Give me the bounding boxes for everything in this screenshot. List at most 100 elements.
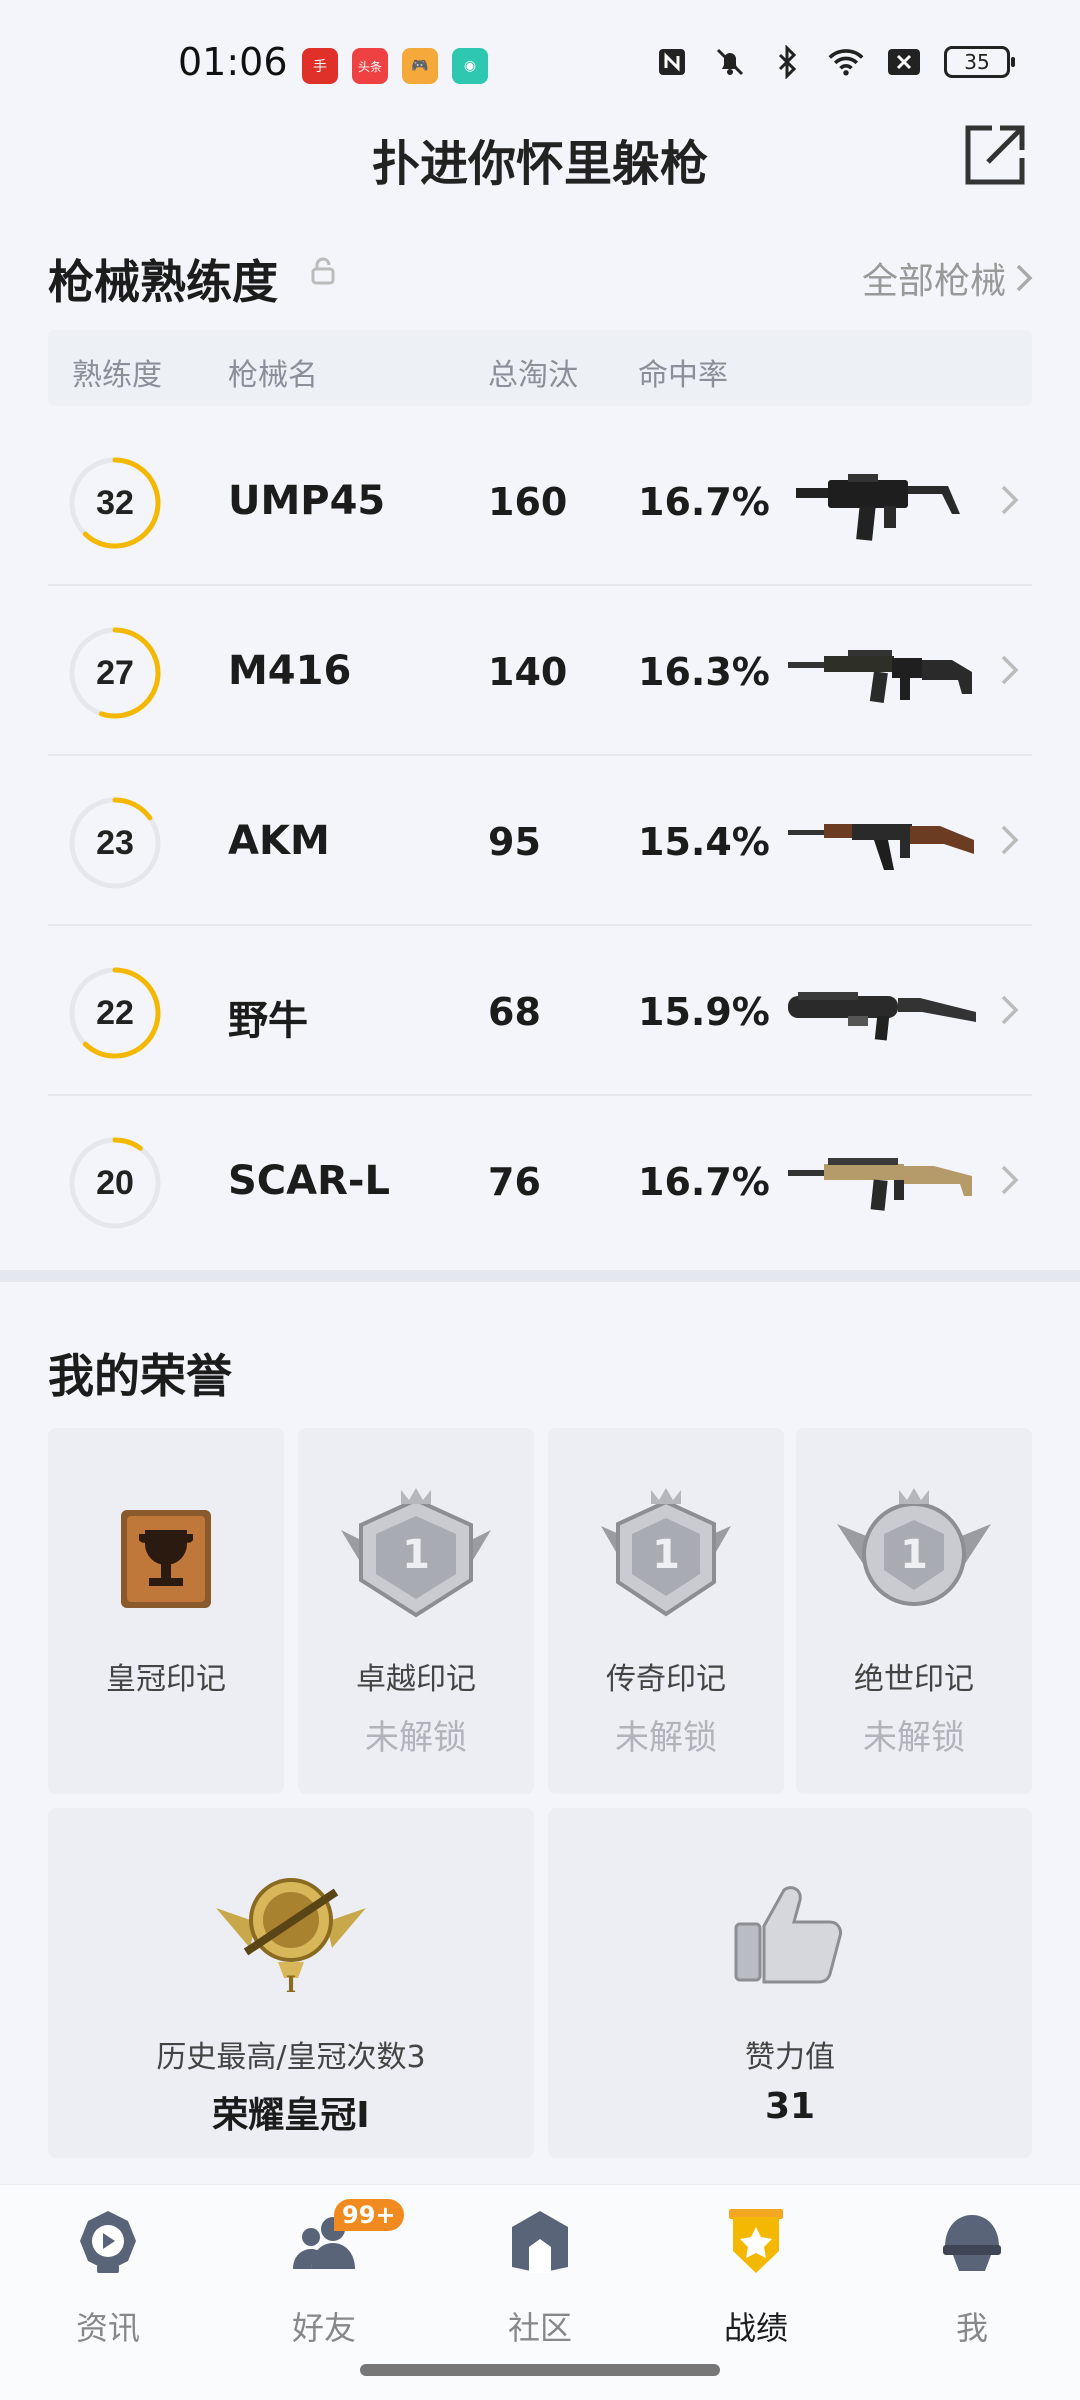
bluetooth-icon: [770, 44, 806, 80]
tab-label: 好友: [291, 2309, 356, 2347]
svg-text:I: I: [286, 1972, 296, 1998]
community-house-icon: [512, 2211, 568, 2273]
weapon-row[interactable]: 20 SCAR-L 76 16.7%: [48, 1096, 1032, 1266]
rank-value: 荣耀皇冠I: [212, 2095, 370, 2136]
weapon-table-header: 熟练度 枪械名 总淘汰 命中率: [48, 330, 1032, 406]
svg-text:1: 1: [402, 1532, 430, 1578]
tab-label: 我: [955, 2309, 988, 2347]
proficiency-level: 32: [96, 483, 134, 522]
weapon-kills: 160: [488, 480, 568, 524]
tab-stats[interactable]: 战绩: [686, 2207, 826, 2357]
weapon-kills: 95: [488, 820, 541, 864]
honor-badge-card[interactable]: 皇冠印记: [48, 1428, 284, 1794]
weapon-hit-rate: 15.9%: [638, 990, 770, 1034]
weapon-hit-rate: 15.4%: [638, 820, 770, 864]
column-header-name: 枪械名: [228, 358, 318, 393]
tab-label: 战绩: [723, 2309, 788, 2347]
svg-text:1: 1: [900, 1532, 928, 1578]
likes-value: 31: [764, 2086, 816, 2127]
badge-status: 未解锁: [365, 1718, 467, 1758]
smg-icon: [796, 474, 960, 541]
share-icon: [965, 125, 1025, 185]
weapon-hit-rate: 16.3%: [638, 650, 770, 694]
all-weapons-link[interactable]: 全部枪械: [862, 252, 1034, 304]
nfc-icon: [654, 44, 690, 80]
battery-indicator: 35: [944, 46, 1015, 78]
sim-x-icon: [886, 44, 922, 80]
column-header-level: 熟练度: [72, 358, 162, 393]
weapon-row[interactable]: 27 M416 140 16.3%: [48, 586, 1032, 756]
weapon-section-title: 枪械熟练度: [48, 255, 278, 309]
weapon-name: 野牛: [228, 998, 308, 1044]
bizon-smg-icon: [788, 992, 976, 1041]
weapon-kills: 68: [488, 990, 541, 1034]
weapon-name: M416: [228, 648, 352, 694]
status-app-icons: 手 头条 🎮 ◉: [302, 48, 488, 84]
wifi-icon: [828, 44, 864, 80]
game-notification-icon: 🎮: [402, 48, 438, 84]
chevron-right-icon: [1016, 264, 1033, 292]
chat-notification-icon: ◉: [452, 48, 488, 84]
honor-badge-card[interactable]: 1 绝世印记 未解锁: [796, 1428, 1032, 1794]
thumbs-up-icon: [734, 1886, 842, 1984]
rank-history-label: 历史最高/皇冠次数3: [156, 2040, 426, 2075]
silver-emblem-icon: 1: [837, 1488, 991, 1606]
honor-badge-card[interactable]: 1 卓越印记 未解锁: [298, 1428, 534, 1794]
weapon-row[interactable]: 22 野牛 68 15.9%: [48, 926, 1032, 1096]
scar-rifle-icon: [788, 1158, 972, 1211]
toutiao-notification-icon: 头条: [352, 48, 388, 84]
stats-shield-icon: [729, 2209, 783, 2273]
tab-community[interactable]: 社区: [470, 2207, 610, 2357]
chevron-right-icon: [1001, 485, 1019, 515]
chevron-right-icon: [1001, 1165, 1019, 1195]
weapon-hit-rate: 16.7%: [638, 480, 770, 524]
proficiency-level: 27: [96, 653, 134, 692]
home-indicator[interactable]: [360, 2364, 720, 2376]
likes-label: 赞力值: [745, 2040, 835, 2075]
lock-icon[interactable]: [308, 256, 338, 286]
badge-label: 绝世印记: [854, 1662, 974, 1697]
chevron-right-icon: [1001, 825, 1019, 855]
tab-label: 资讯: [75, 2309, 140, 2347]
tab-me[interactable]: 我: [902, 2207, 1042, 2357]
all-weapons-label: 全部枪械: [861, 261, 1006, 302]
friends-badge: 99+: [334, 2199, 404, 2231]
assault-rifle-icon: [788, 650, 972, 703]
proficiency-level: 20: [96, 1163, 134, 1202]
badge-label: 皇冠印记: [106, 1662, 226, 1697]
status-bar: 01:06 手 头条 🎮 ◉ 35: [0, 0, 1080, 130]
weapon-hit-rate: 16.7%: [638, 1160, 770, 1204]
app-notification-icon: 手: [302, 48, 338, 84]
weapon-row[interactable]: 32 UMP45 160 16.7%: [48, 416, 1032, 586]
section-divider: [0, 1270, 1080, 1282]
svg-text:1: 1: [652, 1532, 680, 1578]
highest-rank-card[interactable]: I 历史最高/皇冠次数3 荣耀皇冠I: [48, 1808, 534, 2158]
column-header-rate: 命中率: [638, 358, 728, 393]
mute-bell-icon: [712, 44, 748, 80]
weapon-name: SCAR-L: [228, 1158, 391, 1204]
badge-status: 未解锁: [615, 1718, 717, 1758]
weapon-kills: 76: [488, 1160, 541, 1204]
column-header-kills: 总淘汰: [488, 358, 578, 393]
proficiency-level: 22: [96, 993, 134, 1032]
likes-card[interactable]: 赞力值 31: [548, 1808, 1032, 2158]
weapon-name: AKM: [228, 818, 330, 864]
tab-friends[interactable]: 99+ 好友: [254, 2199, 404, 2357]
badge-label: 卓越印记: [356, 1662, 476, 1697]
tab-news[interactable]: 资讯: [38, 2207, 178, 2357]
share-button[interactable]: [962, 122, 1028, 188]
news-play-icon: [80, 2211, 136, 2273]
weapon-name: UMP45: [228, 478, 386, 524]
badge-status: 未解锁: [863, 1718, 965, 1758]
status-time: 01:06: [178, 40, 288, 84]
honor-section-title: 我的荣誉: [48, 1349, 232, 1403]
page-title: 扑进你怀里躲枪: [371, 136, 708, 192]
weapon-kills: 140: [488, 650, 568, 694]
tab-label: 社区: [507, 2309, 572, 2347]
honor-badge-card[interactable]: 1 传奇印记 未解锁: [548, 1428, 784, 1794]
chevron-right-icon: [1001, 995, 1019, 1025]
silver-emblem-icon: 1: [341, 1488, 491, 1618]
weapon-row[interactable]: 23 AKM 95 15.4%: [48, 756, 1032, 926]
crown-rank-emblem-icon: I: [216, 1878, 366, 1998]
badge-label: 传奇印记: [606, 1662, 726, 1697]
